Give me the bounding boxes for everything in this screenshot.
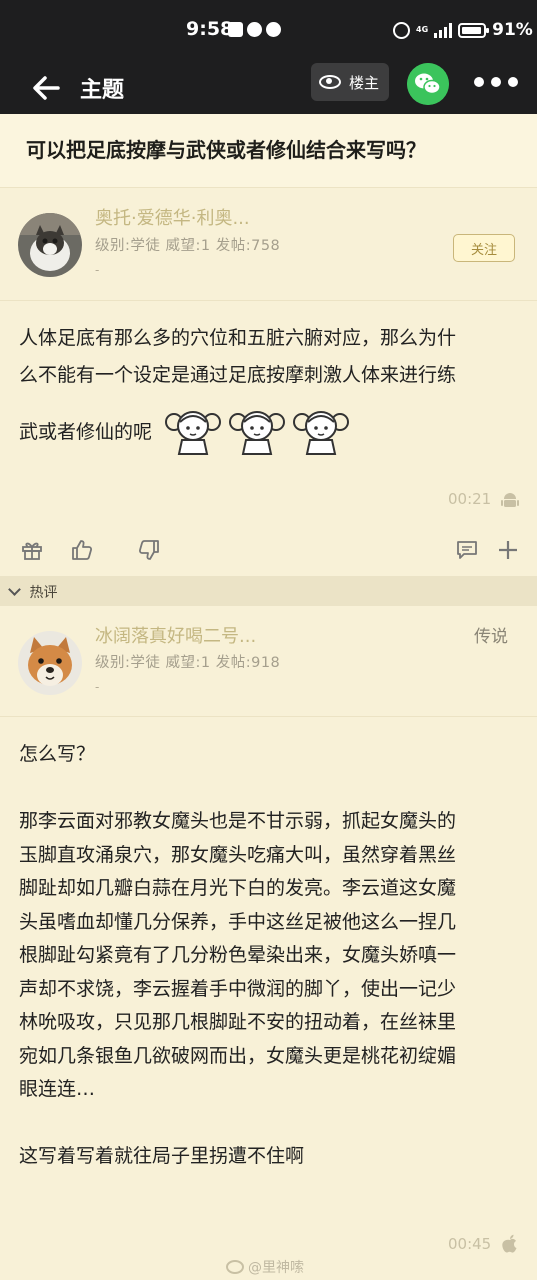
reply-line: 玉脚直攻涌泉穴，那女魔头吃痛大叫，虽然穿着黑丝 [19, 843, 457, 866]
gift-icon[interactable] [20, 538, 44, 562]
topic-title: 可以把足底按摩与武侠或者修仙结合来写吗？ [0, 114, 537, 188]
chibi-emoji-icon [165, 411, 222, 455]
reply-blank-line [19, 1107, 519, 1141]
thumbs-down-icon[interactable] [137, 538, 161, 562]
android-icon [501, 493, 519, 507]
reply-line: 怎么写？ [19, 743, 96, 765]
post-author-meta: 级别:学徒 威望:1 发帖:758 [95, 238, 281, 254]
reply-blank-line [19, 772, 519, 806]
dog-avatar[interactable] [18, 631, 82, 695]
comment-icon[interactable] [455, 538, 479, 562]
post-line: 人体足底有那么多的穴位和五脏六腑对应，那么为什 [19, 327, 457, 349]
reply-tag: 传说 [474, 627, 508, 647]
watermark-text: @里神嗦 [248, 1260, 304, 1276]
chat-notification-icon [247, 22, 262, 37]
post-time: 00:21 [448, 490, 492, 508]
post-action-bar [0, 532, 537, 572]
hot-comments-label: 热评 [29, 585, 58, 601]
chevron-down-icon [8, 583, 21, 596]
notification-icons [228, 22, 281, 37]
watermark: @里神嗦 [226, 1257, 304, 1277]
op-only-button[interactable]: 楼主 [311, 63, 389, 101]
signal-icon [434, 22, 453, 38]
wechat-share-icon[interactable] [407, 63, 449, 105]
cat-avatar[interactable] [18, 213, 82, 277]
status-bar: 9:58 4G 91% [0, 0, 537, 62]
post-author-name[interactable]: 奥托·爱德华·利奥... [95, 204, 250, 230]
reply-line: 林吮吸攻，只见那几根脚趾不安的扭动着，在丝袜里 [19, 1011, 457, 1033]
add-icon[interactable] [496, 538, 520, 562]
post-line: 么不能有一个设定是通过足底按摩刺激人体来进行练 [19, 364, 457, 386]
chibi-emoji-icon [229, 411, 286, 455]
eye-icon [319, 75, 341, 89]
reply-line: 根脚趾勾紧竟有了几分粉色晕染出来，女魔头娇嗔一 [19, 944, 457, 966]
post-line: 武或者修仙的呢 [19, 420, 153, 443]
apple-icon [502, 1234, 517, 1253]
divider [0, 716, 537, 717]
more-options-icon[interactable] [474, 77, 518, 87]
reply-line: 头虽嗜血却懂几分保养，手中这丝足被他这么一捏几 [19, 910, 457, 933]
globe-notification-icon [266, 22, 281, 37]
mail-notification-icon [228, 22, 243, 37]
post-author-dash: - [95, 263, 100, 277]
chibi-emoji-row [162, 404, 352, 460]
reply-content: 怎么写？ 那李云面对邪教女魔头也是不甘示弱，抓起女魔头的 玉脚直攻涌泉穴，那女魔… [19, 738, 519, 1174]
reply-line: 眼连连… [19, 1078, 96, 1100]
reply-author-name[interactable]: 冰阔落真好喝二号... [95, 622, 256, 648]
op-only-label: 楼主 [349, 73, 380, 92]
thumbs-up-icon[interactable] [70, 538, 94, 562]
battery-icon [458, 22, 490, 38]
weibo-logo-icon [226, 1260, 244, 1274]
reply-line: 这写着写着就往局子里拐遭不住啊 [19, 1145, 305, 1167]
reply-line: 声却不求饶，李云握着手中微润的脚丫，使出一记少 [19, 977, 457, 1000]
back-arrow-icon[interactable] [30, 72, 62, 104]
reply-author-meta: 级别:学徒 威望:1 发帖:918 [95, 655, 281, 671]
post-content: 人体足底有那么多的穴位和五脏六腑对应，那么为什 么不能有一个设定是通过足底按摩刺… [19, 320, 519, 460]
chibi-emoji-icon [293, 411, 350, 455]
reply-line: 脚趾却如几瓣白蒜在月光下白的发亮。李云道这女魔 [19, 877, 457, 899]
battery-percent: 91% [492, 20, 533, 40]
follow-button[interactable]: 关注 [453, 234, 515, 262]
system-indicators: 4G 91% [393, 20, 533, 40]
hot-comments-header[interactable]: 热评 [0, 576, 537, 606]
nav-title: 主题 [80, 78, 125, 103]
network-type-label: 4G [416, 25, 429, 34]
divider [0, 300, 537, 301]
reply-time: 00:45 [448, 1235, 492, 1253]
reply-line: 那李云面对邪教女魔头也是不甘示弱，抓起女魔头的 [19, 810, 457, 832]
status-time: 9:58 [186, 18, 234, 40]
alarm-icon [393, 21, 410, 39]
reply-line: 宛如几条银鱼几欲破网而出，女魔头更是桃花初绽媚 [19, 1044, 457, 1067]
top-nav-bar: 主题 楼主 [0, 62, 537, 114]
reply-author-dash: - [95, 680, 100, 694]
